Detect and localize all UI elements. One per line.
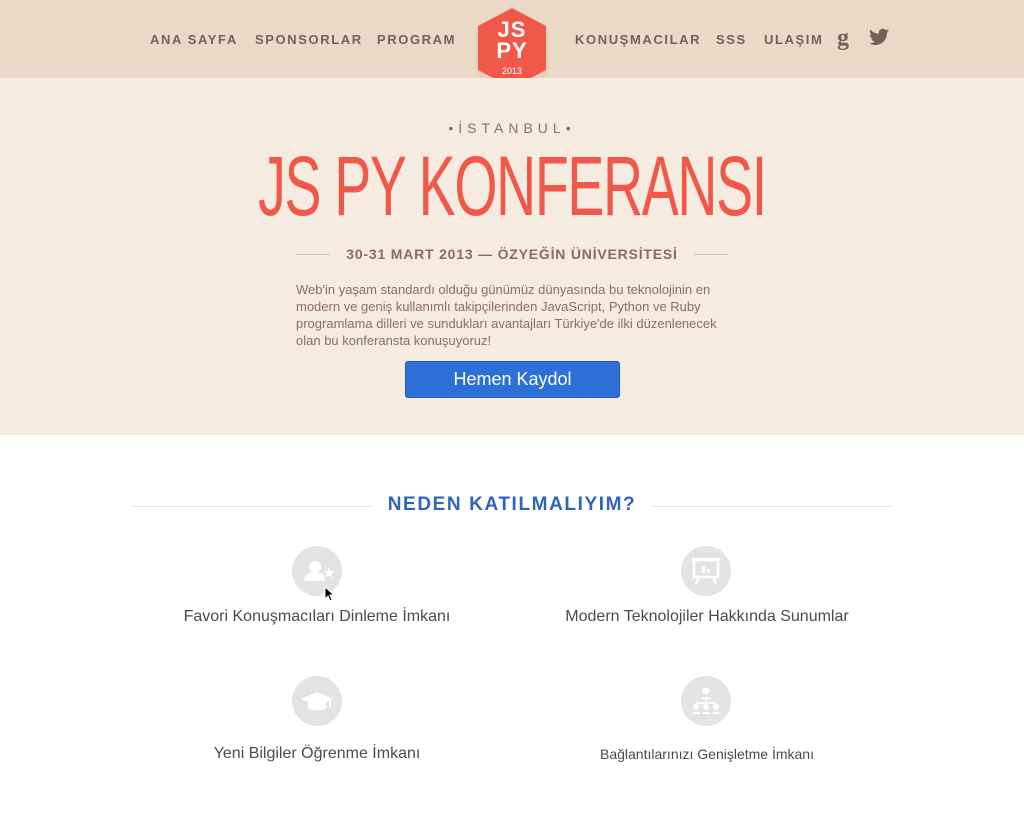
hero-dateline: 30-31 MART 2013 — ÖZYEĞİN ÜNİVERSİTESİ bbox=[296, 244, 728, 264]
feature-label-learning: Yeni Bilgiler Öğrenme İmkanı bbox=[213, 745, 421, 762]
nav-link-program[interactable]: PROGRAM bbox=[377, 32, 456, 47]
section-divider-left bbox=[130, 506, 372, 507]
feature-label-speakers: Favori Konuşmacıları Dinleme İmkanı bbox=[183, 608, 451, 625]
nav-link-transport[interactable]: ULAŞIM bbox=[764, 32, 823, 47]
graduation-cap-icon bbox=[292, 676, 342, 726]
speaker-star-icon bbox=[292, 546, 342, 596]
nav-link-home[interactable]: ANA SAYFA bbox=[150, 32, 238, 47]
logo-text-py: PY bbox=[496, 38, 528, 63]
google-plus-icon[interactable]: g bbox=[837, 24, 855, 52]
divider-left bbox=[296, 254, 330, 255]
hero-title: JS PY KONFERANSI bbox=[258, 139, 767, 233]
mouse-cursor-icon bbox=[324, 586, 334, 602]
section-divider-right bbox=[652, 506, 894, 507]
feature-label-networking: Bağlantılarınızı Genişletme İmkanı bbox=[600, 746, 814, 762]
network-people-icon bbox=[681, 676, 731, 726]
divider-right bbox=[694, 254, 728, 255]
twitter-icon[interactable] bbox=[869, 28, 889, 46]
hero-section: •İSTANBUL• JS PY KONFERANSI 30-31 MART 2… bbox=[0, 78, 1024, 435]
presentation-board-icon bbox=[681, 546, 731, 596]
logo-year: 2013 bbox=[501, 66, 523, 76]
hero-city: •İSTANBUL• bbox=[448, 120, 576, 136]
feature-label-presentations: Modern Teknolojiler Hakkında Sunumlar bbox=[565, 608, 849, 625]
section-title: NEDEN KATILMALIYIM? bbox=[387, 494, 637, 515]
hero-date-text: 30-31 MART 2013 — ÖZYEĞİN ÜNİVERSİTESİ bbox=[346, 246, 678, 262]
nav-link-speakers[interactable]: KONUŞMACILAR bbox=[575, 32, 701, 47]
register-button[interactable]: Hemen Kaydol bbox=[405, 361, 620, 398]
nav-link-faq[interactable]: SSS bbox=[716, 32, 747, 47]
nav-link-sponsors[interactable]: SPONSORLAR bbox=[255, 32, 363, 47]
hero-description: Web'in yaşam standardı olduğu günümüz dü… bbox=[296, 282, 717, 348]
